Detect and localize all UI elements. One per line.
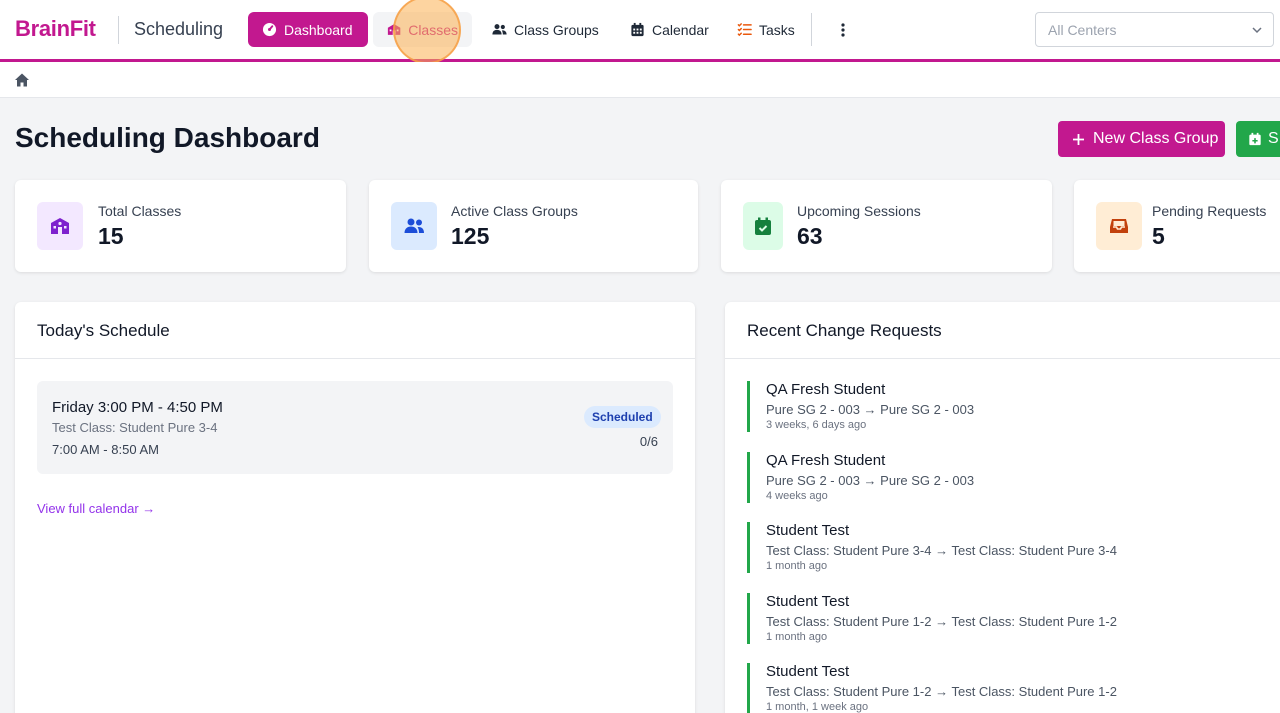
school-icon [387, 24, 401, 35]
nav-tasks-label: Tasks [759, 21, 795, 38]
stat-label: Pending Requests [1152, 203, 1267, 219]
request-time: 1 month ago [766, 631, 828, 643]
request-student: Student Test [766, 663, 850, 680]
secondary-action-button[interactable]: S [1236, 121, 1280, 157]
brand-logo[interactable]: BrainFit [15, 16, 96, 42]
session-card[interactable]: Friday 3:00 PM - 4:50 PM Test Class: Stu… [37, 381, 673, 474]
nav-dashboard-label: Dashboard [284, 21, 353, 38]
request-time: 3 weeks, 6 days ago [766, 419, 867, 431]
inbox-icon [1096, 202, 1142, 250]
stat-label: Active Class Groups [451, 203, 578, 219]
users-icon [391, 202, 437, 250]
list-item[interactable]: Student Test Test Class: Student Pure 1-… [747, 593, 1267, 644]
request-change: Test Class: Student Pure 3-4 → Test Clas… [766, 543, 1117, 558]
stat-card-active-class-groups: Active Class Groups 125 [369, 180, 698, 272]
stat-value: 125 [451, 223, 490, 249]
session-hours: 7:00 AM - 8:50 AM [52, 442, 159, 457]
new-class-group-button[interactable]: New Class Group [1058, 121, 1225, 157]
request-student: Student Test [766, 522, 850, 539]
calendar-plus-icon [1249, 132, 1261, 146]
breadcrumb [0, 62, 1280, 98]
nav-class-groups-label: Class Groups [514, 21, 599, 38]
more-vertical-icon [841, 23, 845, 37]
stat-card-pending-requests: Pending Requests 5 [1074, 180, 1280, 272]
stat-card-total-classes: Total Classes 15 [15, 180, 346, 272]
plus-icon [1073, 133, 1084, 145]
list-item[interactable]: QA Fresh Student Pure SG 2 - 003 → Pure … [747, 381, 1267, 432]
list-item[interactable]: QA Fresh Student Pure SG 2 - 003 → Pure … [747, 452, 1267, 503]
request-time: 1 month, 1 week ago [766, 701, 869, 713]
nav-divider [811, 13, 812, 46]
users-icon [492, 24, 507, 35]
panel-title: Today's Schedule [15, 302, 695, 359]
enrollment-count: 0/6 [639, 434, 658, 449]
request-student: Student Test [766, 593, 850, 610]
nav-calendar-label: Calendar [652, 21, 709, 38]
tasks-icon [737, 23, 752, 37]
calendar-icon [631, 22, 644, 37]
new-class-group-label: New Class Group [1093, 130, 1219, 147]
view-full-calendar-link[interactable]: View full calendar → [37, 501, 155, 516]
request-change: Pure SG 2 - 003 → Pure SG 2 - 003 [766, 473, 975, 488]
request-time: 1 month ago [766, 560, 828, 572]
brand-divider [118, 16, 119, 44]
home-icon[interactable] [14, 72, 30, 88]
page-title: Scheduling Dashboard [15, 122, 320, 153]
request-change: Test Class: Student Pure 1-2 → Test Clas… [766, 614, 1117, 629]
center-select-value: All Centers [1048, 22, 1117, 38]
calendar-check-icon [743, 202, 783, 250]
stat-value: 63 [797, 223, 823, 249]
request-change: Test Class: Student Pure 1-2 → Test Clas… [766, 684, 1117, 699]
more-menu-button[interactable] [833, 18, 853, 42]
nav-dashboard[interactable]: Dashboard [248, 12, 368, 47]
app-title: Scheduling [134, 19, 224, 39]
dashboard-icon [262, 22, 277, 37]
session-class-name: Test Class: Student Pure 3-4 [52, 420, 218, 435]
top-navbar: BrainFit Scheduling Dashboard Classes Cl… [0, 0, 1280, 62]
stat-value: 5 [1152, 223, 1165, 249]
stat-label: Upcoming Sessions [797, 203, 921, 219]
nav-calendar[interactable]: Calendar [616, 12, 723, 47]
stat-label: Total Classes [98, 203, 182, 219]
stat-value: 15 [98, 223, 124, 249]
list-item[interactable]: Student Test Test Class: Student Pure 3-… [747, 522, 1267, 573]
nav-class-groups[interactable]: Class Groups [478, 12, 613, 47]
nav-tasks[interactable]: Tasks [723, 12, 809, 47]
request-student: QA Fresh Student [766, 381, 886, 398]
request-change: Pure SG 2 - 003 → Pure SG 2 - 003 [766, 402, 975, 417]
chevron-down-icon [1252, 27, 1262, 34]
nav-classes-label: Classes [408, 21, 458, 38]
request-student: QA Fresh Student [766, 452, 886, 469]
session-time: Friday 3:00 PM - 4:50 PM [52, 399, 223, 416]
status-badge: Scheduled [584, 406, 661, 428]
school-icon [37, 202, 83, 250]
center-select[interactable]: All Centers [1035, 12, 1274, 47]
todays-schedule-panel: Today's Schedule Friday 3:00 PM - 4:50 P… [15, 302, 695, 713]
change-requests-panel: Recent Change Requests QA Fresh Student … [725, 302, 1280, 713]
nav-classes[interactable]: Classes [373, 12, 472, 47]
panel-title: Recent Change Requests [725, 302, 1280, 359]
secondary-action-label: S [1268, 130, 1279, 147]
stat-card-upcoming-sessions: Upcoming Sessions 63 [721, 180, 1052, 272]
request-time: 4 weeks ago [766, 490, 828, 502]
list-item[interactable]: Student Test Test Class: Student Pure 1-… [747, 663, 1267, 713]
